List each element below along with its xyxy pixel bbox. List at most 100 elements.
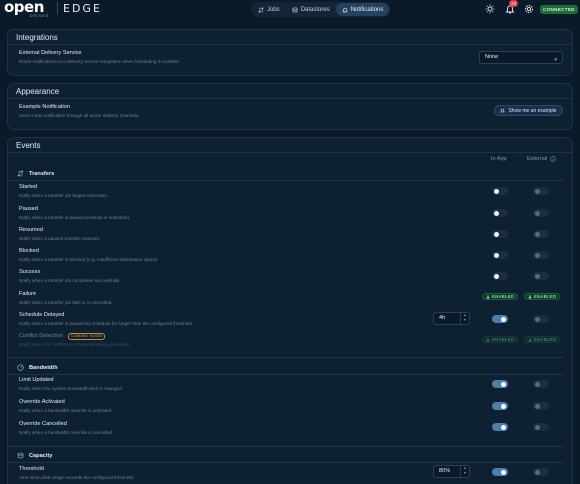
toggle-knob	[535, 210, 540, 216]
blocked-in-app-toggle[interactable]	[492, 251, 508, 259]
event-title: Schedule Delayed	[19, 312, 65, 318]
divider	[8, 152, 572, 153]
event-title: Threshold	[19, 466, 44, 472]
event-title: Resumed	[19, 227, 43, 233]
toggle-knob	[535, 316, 540, 322]
conflict-external-enabled-badge: ENABLED	[524, 336, 561, 343]
tab-notifications[interactable]: Notifications	[335, 3, 390, 16]
threshold-value: 4h	[439, 315, 446, 321]
capacity-threshold-input[interactable]: 80% ▲ ▼	[433, 465, 470, 478]
limit-updated-external-toggle[interactable]	[533, 380, 549, 388]
gear-icon[interactable]	[524, 4, 534, 14]
appearance-title: Appearance	[16, 87, 60, 96]
lock-icon	[486, 337, 490, 342]
transfers-title: Transfers	[29, 170, 55, 177]
event-desc: Notify when a bandwidth override is acti…	[19, 408, 113, 413]
schedule-delayed-in-app-toggle[interactable]	[492, 315, 508, 323]
bell-icon	[341, 7, 348, 13]
stepper-arrows[interactable]: ▲ ▼	[460, 313, 469, 324]
bell-icon	[500, 108, 506, 113]
event-desc: Alert when disk usage exceeds the config…	[19, 475, 135, 480]
toggle-knob	[535, 252, 540, 258]
started-external-toggle[interactable]	[533, 187, 549, 195]
bandwidth-section-header: Bandwidth	[17, 364, 58, 371]
paused-in-app-toggle[interactable]	[492, 209, 508, 217]
tab-jobs-label: Jobs	[267, 6, 280, 13]
override-cancelled-in-app-toggle[interactable]	[492, 423, 508, 431]
toggle-knob	[494, 273, 499, 279]
override-activated-in-app-toggle[interactable]	[492, 402, 508, 410]
tab-notifications-label: Notifications	[350, 6, 384, 13]
threshold-external-toggle[interactable]	[533, 468, 549, 476]
event-desc: Notify when a paused transfer resumes.	[19, 236, 101, 241]
logo-subtitle: DRIVES	[30, 14, 50, 18]
lock-icon	[486, 294, 490, 299]
coming-soon-badge: COMING SOON	[68, 333, 106, 340]
threshold-in-app-toggle[interactable]	[492, 468, 508, 476]
paused-external-toggle[interactable]	[533, 209, 549, 217]
logo-divider	[57, 2, 58, 15]
show-example-button[interactable]: Show me an example	[494, 105, 563, 116]
event-desc: Notify when a transfer is blocked (e.g. …	[19, 257, 159, 262]
started-in-app-toggle[interactable]	[492, 187, 508, 195]
toggle-knob	[494, 210, 499, 216]
success-external-toggle[interactable]	[533, 272, 549, 280]
capacity-title: Capacity	[29, 452, 53, 459]
override-activated-external-toggle[interactable]	[533, 402, 549, 410]
event-desc: Notify when a transfer job begins execut…	[19, 193, 109, 198]
gauge-icon	[17, 364, 24, 371]
toggle-knob	[501, 316, 506, 322]
logo: open	[4, 0, 44, 16]
schedule-delayed-external-toggle[interactable]	[533, 315, 549, 323]
enabled-label: ENABLED	[492, 337, 515, 342]
limit-updated-in-app-toggle[interactable]	[492, 380, 508, 388]
conflict-in-app-enabled-badge: ENABLED	[482, 336, 519, 343]
example-notification-title: Example Notification	[19, 104, 70, 110]
enabled-label: ENABLED	[492, 294, 515, 299]
success-in-app-toggle[interactable]	[492, 272, 508, 280]
failure-in-app-enabled-badge: ENABLED	[482, 293, 519, 300]
example-notification-desc: Send a test notification through all act…	[19, 113, 140, 118]
event-title: Blocked	[19, 248, 39, 254]
event-desc: Notify when a transfer job completes suc…	[19, 278, 121, 283]
tab-datastores-label: Datastores	[300, 6, 330, 13]
enabled-label: ENABLED	[534, 337, 557, 342]
stepper-arrows[interactable]: ▲ ▼	[460, 466, 469, 477]
in-app-column-header: In App	[491, 156, 507, 162]
delivery-service-value: None	[485, 54, 499, 60]
divider	[8, 44, 572, 45]
section-divider	[8, 462, 564, 463]
theme-toggle-sun-icon[interactable]	[485, 4, 495, 14]
notification-count-badge: 23	[509, 0, 518, 7]
resumed-external-toggle[interactable]	[533, 230, 549, 238]
integrations-title: Integrations	[16, 33, 58, 42]
override-cancelled-external-toggle[interactable]	[533, 423, 549, 431]
events-title: Events	[16, 141, 41, 150]
resumed-in-app-toggle[interactable]	[492, 230, 508, 238]
divider	[8, 98, 572, 99]
event-title: Conflict Detection	[19, 333, 63, 339]
event-title: Started	[19, 184, 38, 190]
info-icon[interactable]	[550, 156, 556, 162]
external-delivery-desc: Route notifications to a delivery servic…	[19, 59, 180, 64]
blocked-external-toggle[interactable]	[533, 251, 549, 259]
toggle-knob	[501, 424, 506, 430]
toggle-knob	[535, 188, 540, 194]
top-bar: open DRIVES EDGE Jobs Datastores Notific…	[0, 0, 580, 19]
toggle-knob	[535, 469, 540, 475]
event-title: Success	[19, 269, 41, 275]
event-desc: Notify when the system bandwidth limit i…	[19, 386, 123, 391]
event-desc: Notify when file conflicts are detected …	[19, 342, 131, 347]
delivery-service-select[interactable]: None ▾	[479, 51, 563, 64]
threshold-value: 80%	[439, 468, 451, 474]
tab-datastores[interactable]: Datastores	[286, 3, 336, 16]
nav-tabs: Jobs Datastores Notifications	[251, 2, 391, 17]
schedule-delay-threshold-input[interactable]: 4h ▲ ▼	[433, 312, 470, 325]
tab-jobs[interactable]: Jobs	[252, 3, 286, 16]
event-desc: Notify when a bandwidth override is canc…	[19, 430, 114, 435]
toggle-knob	[535, 403, 540, 409]
logo-wordmark: open	[4, 0, 44, 16]
toggle-knob	[494, 188, 499, 194]
section-divider	[8, 446, 564, 447]
toggle-knob	[501, 469, 506, 475]
